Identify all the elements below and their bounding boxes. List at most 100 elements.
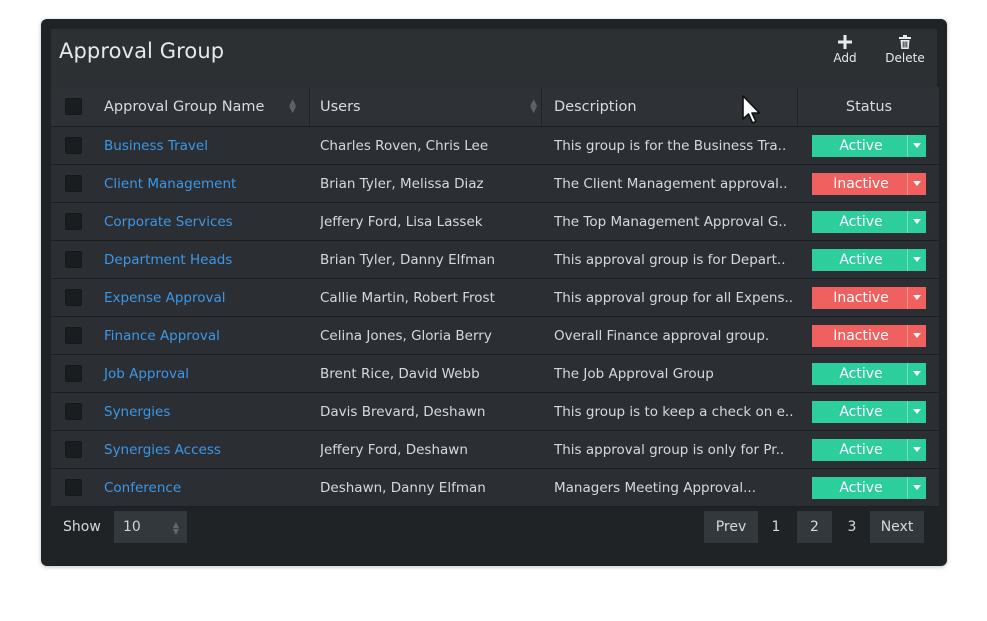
row-select-cell xyxy=(65,241,85,278)
description-cell: The Top Management Approval G.. xyxy=(554,203,799,240)
chevron-down-icon[interactable] xyxy=(907,362,926,385)
page-2-button[interactable]: 2 xyxy=(797,511,832,543)
column-header-users[interactable]: Users ▲ ▼ xyxy=(320,87,545,126)
chevron-down-icon[interactable] xyxy=(907,134,926,157)
table-row: Synergies Davis Brevard, Deshawn This gr… xyxy=(51,393,939,431)
chevron-down-icon[interactable] xyxy=(907,400,926,423)
users-cell: Davis Brevard, Deshawn xyxy=(320,393,545,430)
group-name-link[interactable]: Synergies xyxy=(104,404,170,420)
users-text: Jeffery Ford, Deshawn xyxy=(320,441,468,458)
row-checkbox[interactable] xyxy=(65,175,82,192)
group-name-link[interactable]: Department Heads xyxy=(104,252,232,268)
chevron-down-icon[interactable] xyxy=(907,210,926,233)
description-text: The Job Approval Group xyxy=(554,365,714,382)
row-checkbox[interactable] xyxy=(65,403,82,420)
row-select-cell xyxy=(65,393,85,430)
row-select-cell xyxy=(65,165,85,202)
row-checkbox[interactable] xyxy=(65,289,82,306)
group-name-cell: Client Management xyxy=(104,165,304,202)
page-number: 3 xyxy=(847,519,857,535)
row-select-cell xyxy=(65,355,85,392)
chevron-down-icon[interactable] xyxy=(907,438,926,461)
table-row: Job Approval Brent Rice, David Webb The … xyxy=(51,355,939,393)
chevron-down-icon[interactable] xyxy=(907,286,926,309)
users-cell: Brian Tyler, Melissa Diaz xyxy=(320,165,545,202)
page-3-button[interactable]: 3 xyxy=(841,511,863,543)
group-name-link[interactable]: Finance Approval xyxy=(104,328,220,344)
prev-button[interactable]: Prev xyxy=(704,511,758,543)
row-checkbox[interactable] xyxy=(65,213,82,230)
sort-icon[interactable]: ▲ ▼ xyxy=(289,99,296,115)
sort-icon[interactable]: ▲ ▼ xyxy=(530,99,537,115)
status-dropdown[interactable]: Active xyxy=(812,400,926,423)
description-text: This approval group is for Depart.. xyxy=(554,251,786,268)
chevron-down-icon[interactable] xyxy=(907,248,926,271)
column-header-name[interactable]: Approval Group Name ▲ ▼ xyxy=(104,87,304,126)
status-cell: Inactive xyxy=(799,165,939,202)
table-row: Business Travel Charles Roven, Chris Lee… xyxy=(51,127,939,165)
row-checkbox[interactable] xyxy=(65,365,82,382)
page-1-button[interactable]: 1 xyxy=(765,511,787,543)
description-cell: This group is for the Business Tra.. xyxy=(554,127,799,164)
status-dropdown[interactable]: Inactive xyxy=(812,324,926,347)
row-checkbox[interactable] xyxy=(65,137,82,154)
description-text: This group is for the Business Tra.. xyxy=(554,137,787,154)
users-text: Davis Brevard, Deshawn xyxy=(320,403,486,420)
next-label: Next xyxy=(880,519,914,535)
chevron-down-icon[interactable] xyxy=(907,172,926,195)
page-number: 2 xyxy=(810,519,819,535)
status-cell: Active xyxy=(799,393,939,430)
delete-button[interactable]: Delete xyxy=(881,35,929,65)
table-row: Finance Approval Celina Jones, Gloria Be… xyxy=(51,317,939,355)
group-name-link[interactable]: Business Travel xyxy=(104,138,208,154)
status-cell: Active xyxy=(799,241,939,278)
status-dropdown[interactable]: Active xyxy=(812,134,926,157)
add-button[interactable]: Add xyxy=(821,35,869,65)
status-cell: Active xyxy=(799,469,939,506)
plus-icon xyxy=(838,35,852,49)
delete-label: Delete xyxy=(885,51,925,65)
status-dropdown[interactable]: Active xyxy=(812,362,926,385)
users-text: Brian Tyler, Danny Elfman xyxy=(320,251,496,268)
next-button[interactable]: Next xyxy=(870,511,924,543)
select-all-checkbox[interactable] xyxy=(65,98,82,115)
description-text: This approval group for all Expens.. xyxy=(554,289,794,306)
status-cell: Active xyxy=(799,203,939,240)
status-dropdown[interactable]: Active xyxy=(812,476,926,499)
status-cell: Active xyxy=(799,355,939,392)
group-name-link[interactable]: Conference xyxy=(104,480,181,496)
status-cell: Inactive xyxy=(799,317,939,354)
trash-icon xyxy=(899,35,911,49)
group-name-cell: Business Travel xyxy=(104,127,304,164)
description-cell: Managers Meeting Approval... xyxy=(554,469,799,506)
column-label-description: Description xyxy=(554,98,637,115)
status-dropdown[interactable]: Inactive xyxy=(812,286,926,309)
add-label: Add xyxy=(833,51,857,65)
table-row: Client Management Brian Tyler, Melissa D… xyxy=(51,165,939,203)
group-name-link[interactable]: Corporate Services xyxy=(104,214,233,230)
group-name-link[interactable]: Expense Approval xyxy=(104,290,225,306)
status-dropdown[interactable]: Active xyxy=(812,438,926,461)
users-text: Brian Tyler, Melissa Diaz xyxy=(320,175,484,192)
row-checkbox[interactable] xyxy=(65,327,82,344)
description-cell: This approval group for all Expens.. xyxy=(554,279,799,316)
row-checkbox[interactable] xyxy=(65,441,82,458)
group-name-link[interactable]: Client Management xyxy=(104,176,236,192)
column-header-status: Status xyxy=(799,87,939,126)
users-cell: Celina Jones, Gloria Berry xyxy=(320,317,545,354)
row-select-cell xyxy=(65,469,85,506)
group-name-link[interactable]: Synergies Access xyxy=(104,442,221,458)
chevron-down-icon[interactable] xyxy=(907,324,926,347)
row-checkbox[interactable] xyxy=(65,479,82,496)
group-name-link[interactable]: Job Approval xyxy=(104,366,189,382)
page-size-select[interactable]: 10 ▲ ▼ xyxy=(114,511,187,543)
status-dropdown[interactable]: Active xyxy=(812,248,926,271)
page-number: 1 xyxy=(771,519,781,535)
status-dropdown[interactable]: Inactive xyxy=(812,172,926,195)
mouse-cursor-icon xyxy=(742,95,761,124)
row-checkbox[interactable] xyxy=(65,251,82,268)
column-divider xyxy=(797,87,798,126)
table-row: Synergies Access Jeffery Ford, Deshawn T… xyxy=(51,431,939,469)
status-dropdown[interactable]: Active xyxy=(812,210,926,233)
chevron-down-icon[interactable] xyxy=(907,476,926,499)
